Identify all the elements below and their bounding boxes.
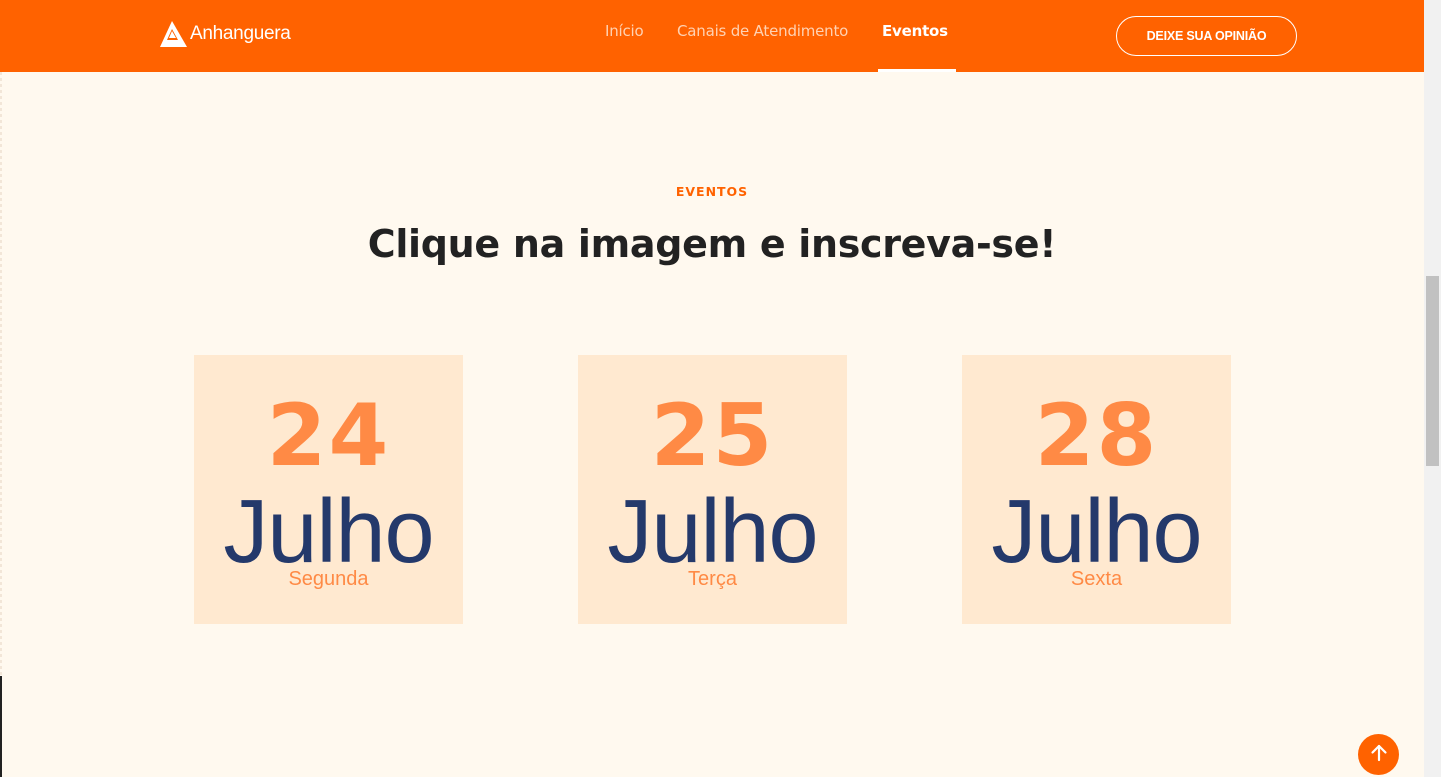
anhanguera-logo-icon — [160, 20, 188, 48]
left-edge — [0, 72, 2, 777]
event-month: Julho — [607, 482, 818, 582]
header: Anhanguera Início Canais de Atendimento … — [0, 0, 1424, 72]
event-weekday: Segunda — [288, 568, 369, 590]
event-day: 25 — [650, 386, 775, 486]
event-month: Julho — [991, 482, 1202, 582]
event-month: Julho — [223, 482, 434, 582]
left-edge-dark — [0, 676, 2, 777]
event-card-28-julho[interactable]: 28 Julho Sexta — [962, 355, 1231, 624]
arrow-up-icon — [1369, 743, 1389, 767]
event-card-24-julho[interactable]: 24 Julho Segunda — [194, 355, 463, 624]
feedback-button[interactable]: DEIXE SUA OPINIÃO — [1116, 16, 1297, 56]
event-day: 28 — [1034, 386, 1159, 486]
event-card-25-julho[interactable]: 25 Julho Terça — [578, 355, 847, 624]
section-title: Clique na imagem e inscreva-se! — [367, 222, 1057, 266]
scroll-to-top-button[interactable] — [1358, 734, 1399, 775]
event-weekday: Terça — [688, 568, 737, 590]
page: Anhanguera Início Canais de Atendimento … — [0, 0, 1424, 777]
active-nav-indicator — [878, 69, 956, 72]
section-eyebrow: EVENTOS — [675, 184, 749, 199]
event-weekday: Sexta — [1070, 568, 1123, 590]
nav-link-eventos[interactable]: Eventos — [882, 22, 948, 44]
event-day: 24 — [266, 386, 391, 486]
nav-link-canais-de-atendimento[interactable]: Canais de Atendimento — [677, 22, 848, 44]
logo[interactable]: Anhanguera — [160, 19, 291, 49]
logo-text: Anhanguera — [190, 23, 291, 44]
nav-link-inicio[interactable]: Início — [605, 22, 644, 44]
scrollbar-thumb[interactable] — [1426, 276, 1439, 466]
